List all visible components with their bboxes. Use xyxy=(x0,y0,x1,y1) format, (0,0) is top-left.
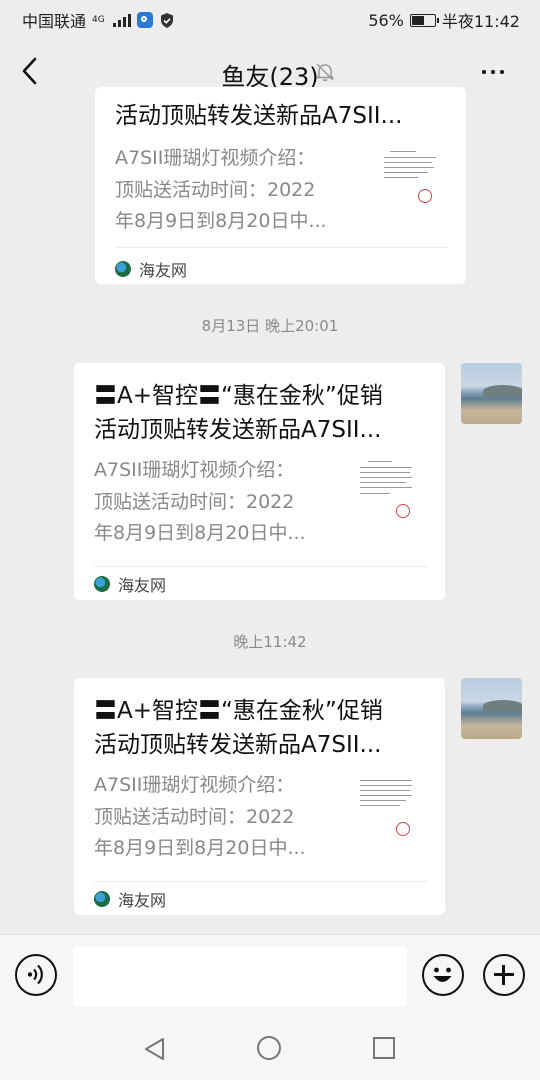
link-card-title-line: 活动顶贴转发送新品A7SII... xyxy=(94,732,382,758)
description-line: 年8月9日到8月20日中... xyxy=(115,210,327,232)
link-source: 海友网 xyxy=(115,257,187,281)
source-name: 海友网 xyxy=(139,261,188,280)
emoji-icon[interactable] xyxy=(422,954,464,996)
link-card-description: A7SII珊瑚灯视频介绍： 顶贴送活动时间：2022 年8月9日到8月20日中.… xyxy=(94,455,342,550)
link-card-title-line: 活动顶贴转发送新品A7SII... xyxy=(115,103,403,129)
card-divider xyxy=(115,247,448,248)
description-line: 顶贴送活动时间：2022 xyxy=(94,490,295,513)
link-card[interactable]: 〓A+智控〓“惠在金秋”促销 活动顶贴转发送新品A7SII... A7SII珊瑚… xyxy=(74,363,445,600)
link-thumbnail xyxy=(380,145,440,217)
link-card-description: A7SII珊瑚灯视频介绍： 顶贴送活动时间：2022 年8月9日到8月20日中.… xyxy=(115,143,363,238)
link-thumbnail xyxy=(356,457,416,529)
link-card-title: 〓A+智控〓“惠在金秋”促销 活动顶贴转发送新品A7SII... xyxy=(94,379,405,447)
voice-icon[interactable] xyxy=(15,954,57,996)
source-name: 海友网 xyxy=(118,576,167,595)
nav-home-icon[interactable] xyxy=(257,1036,281,1060)
input-bar xyxy=(0,934,540,1021)
nav-back-icon[interactable] xyxy=(143,1037,167,1061)
link-thumbnail xyxy=(356,772,416,844)
status-bar: 中国联通 4G 56% 半夜11:42 xyxy=(0,0,540,36)
link-source: 海友网 xyxy=(94,887,166,911)
signal-icon xyxy=(112,13,131,27)
carrier-label: 中国联通 xyxy=(22,12,87,31)
description-line: 顶贴送活动时间：2022 xyxy=(94,805,295,828)
description-line: A7SII珊瑚灯视频介绍： xyxy=(115,147,316,169)
description-line: A7SII珊瑚灯视频介绍： xyxy=(94,774,295,796)
link-card-title-line: 活动顶贴转发送新品A7SII... xyxy=(94,417,382,443)
shield-icon xyxy=(160,12,173,28)
timestamp: 8月13日 晚上20:01 xyxy=(201,317,339,335)
bell-off-icon xyxy=(315,63,335,81)
description-line: A7SII珊瑚灯视频介绍： xyxy=(94,459,295,481)
link-card-title-line: 〓A+智控〓“惠在金秋”促销 xyxy=(94,383,383,409)
source-logo-icon xyxy=(94,576,110,592)
message-input[interactable] xyxy=(73,947,407,1007)
network-label: 4G xyxy=(92,14,105,25)
link-card[interactable]: 〓A+智控〓“惠在金秋”促销 活动顶贴转发送新品A7SII... A7SII珊瑚… xyxy=(74,678,445,915)
description-line: 顶贴送活动时间：2022 xyxy=(115,178,316,201)
link-card[interactable]: 活动顶贴转发送新品A7SII... A7SII珊瑚灯视频介绍： 顶贴送活动时间：… xyxy=(95,87,466,284)
battery-percent: 56% xyxy=(368,10,404,30)
plus-icon[interactable] xyxy=(483,954,525,996)
card-divider xyxy=(94,566,427,567)
avatar[interactable] xyxy=(461,363,522,424)
link-card-title-line: 〓A+智控〓“惠在金秋”促销 xyxy=(94,698,383,724)
clock: 半夜11:42 xyxy=(441,12,520,31)
more-dots-icon[interactable] xyxy=(482,70,504,74)
system-nav-bar xyxy=(0,1020,540,1080)
timestamp: 晚上11:42 xyxy=(233,633,307,651)
app-notification-icon xyxy=(136,12,153,28)
avatar[interactable] xyxy=(461,678,522,739)
source-logo-icon xyxy=(94,891,110,907)
nav-recents-icon[interactable] xyxy=(373,1037,395,1059)
link-source: 海友网 xyxy=(94,572,166,596)
source-logo-icon xyxy=(115,261,131,277)
link-card-title: 〓A+智控〓“惠在金秋”促销 活动顶贴转发送新品A7SII... xyxy=(94,694,405,762)
battery-icon xyxy=(409,13,439,27)
link-card-description: A7SII珊瑚灯视频介绍： 顶贴送活动时间：2022 年8月9日到8月20日中.… xyxy=(94,770,342,865)
card-divider xyxy=(94,881,427,882)
source-name: 海友网 xyxy=(118,891,167,910)
description-line: 年8月9日到8月20日中... xyxy=(94,837,306,859)
description-line: 年8月9日到8月20日中... xyxy=(94,522,306,544)
link-card-title: 活动顶贴转发送新品A7SII... xyxy=(115,99,426,133)
